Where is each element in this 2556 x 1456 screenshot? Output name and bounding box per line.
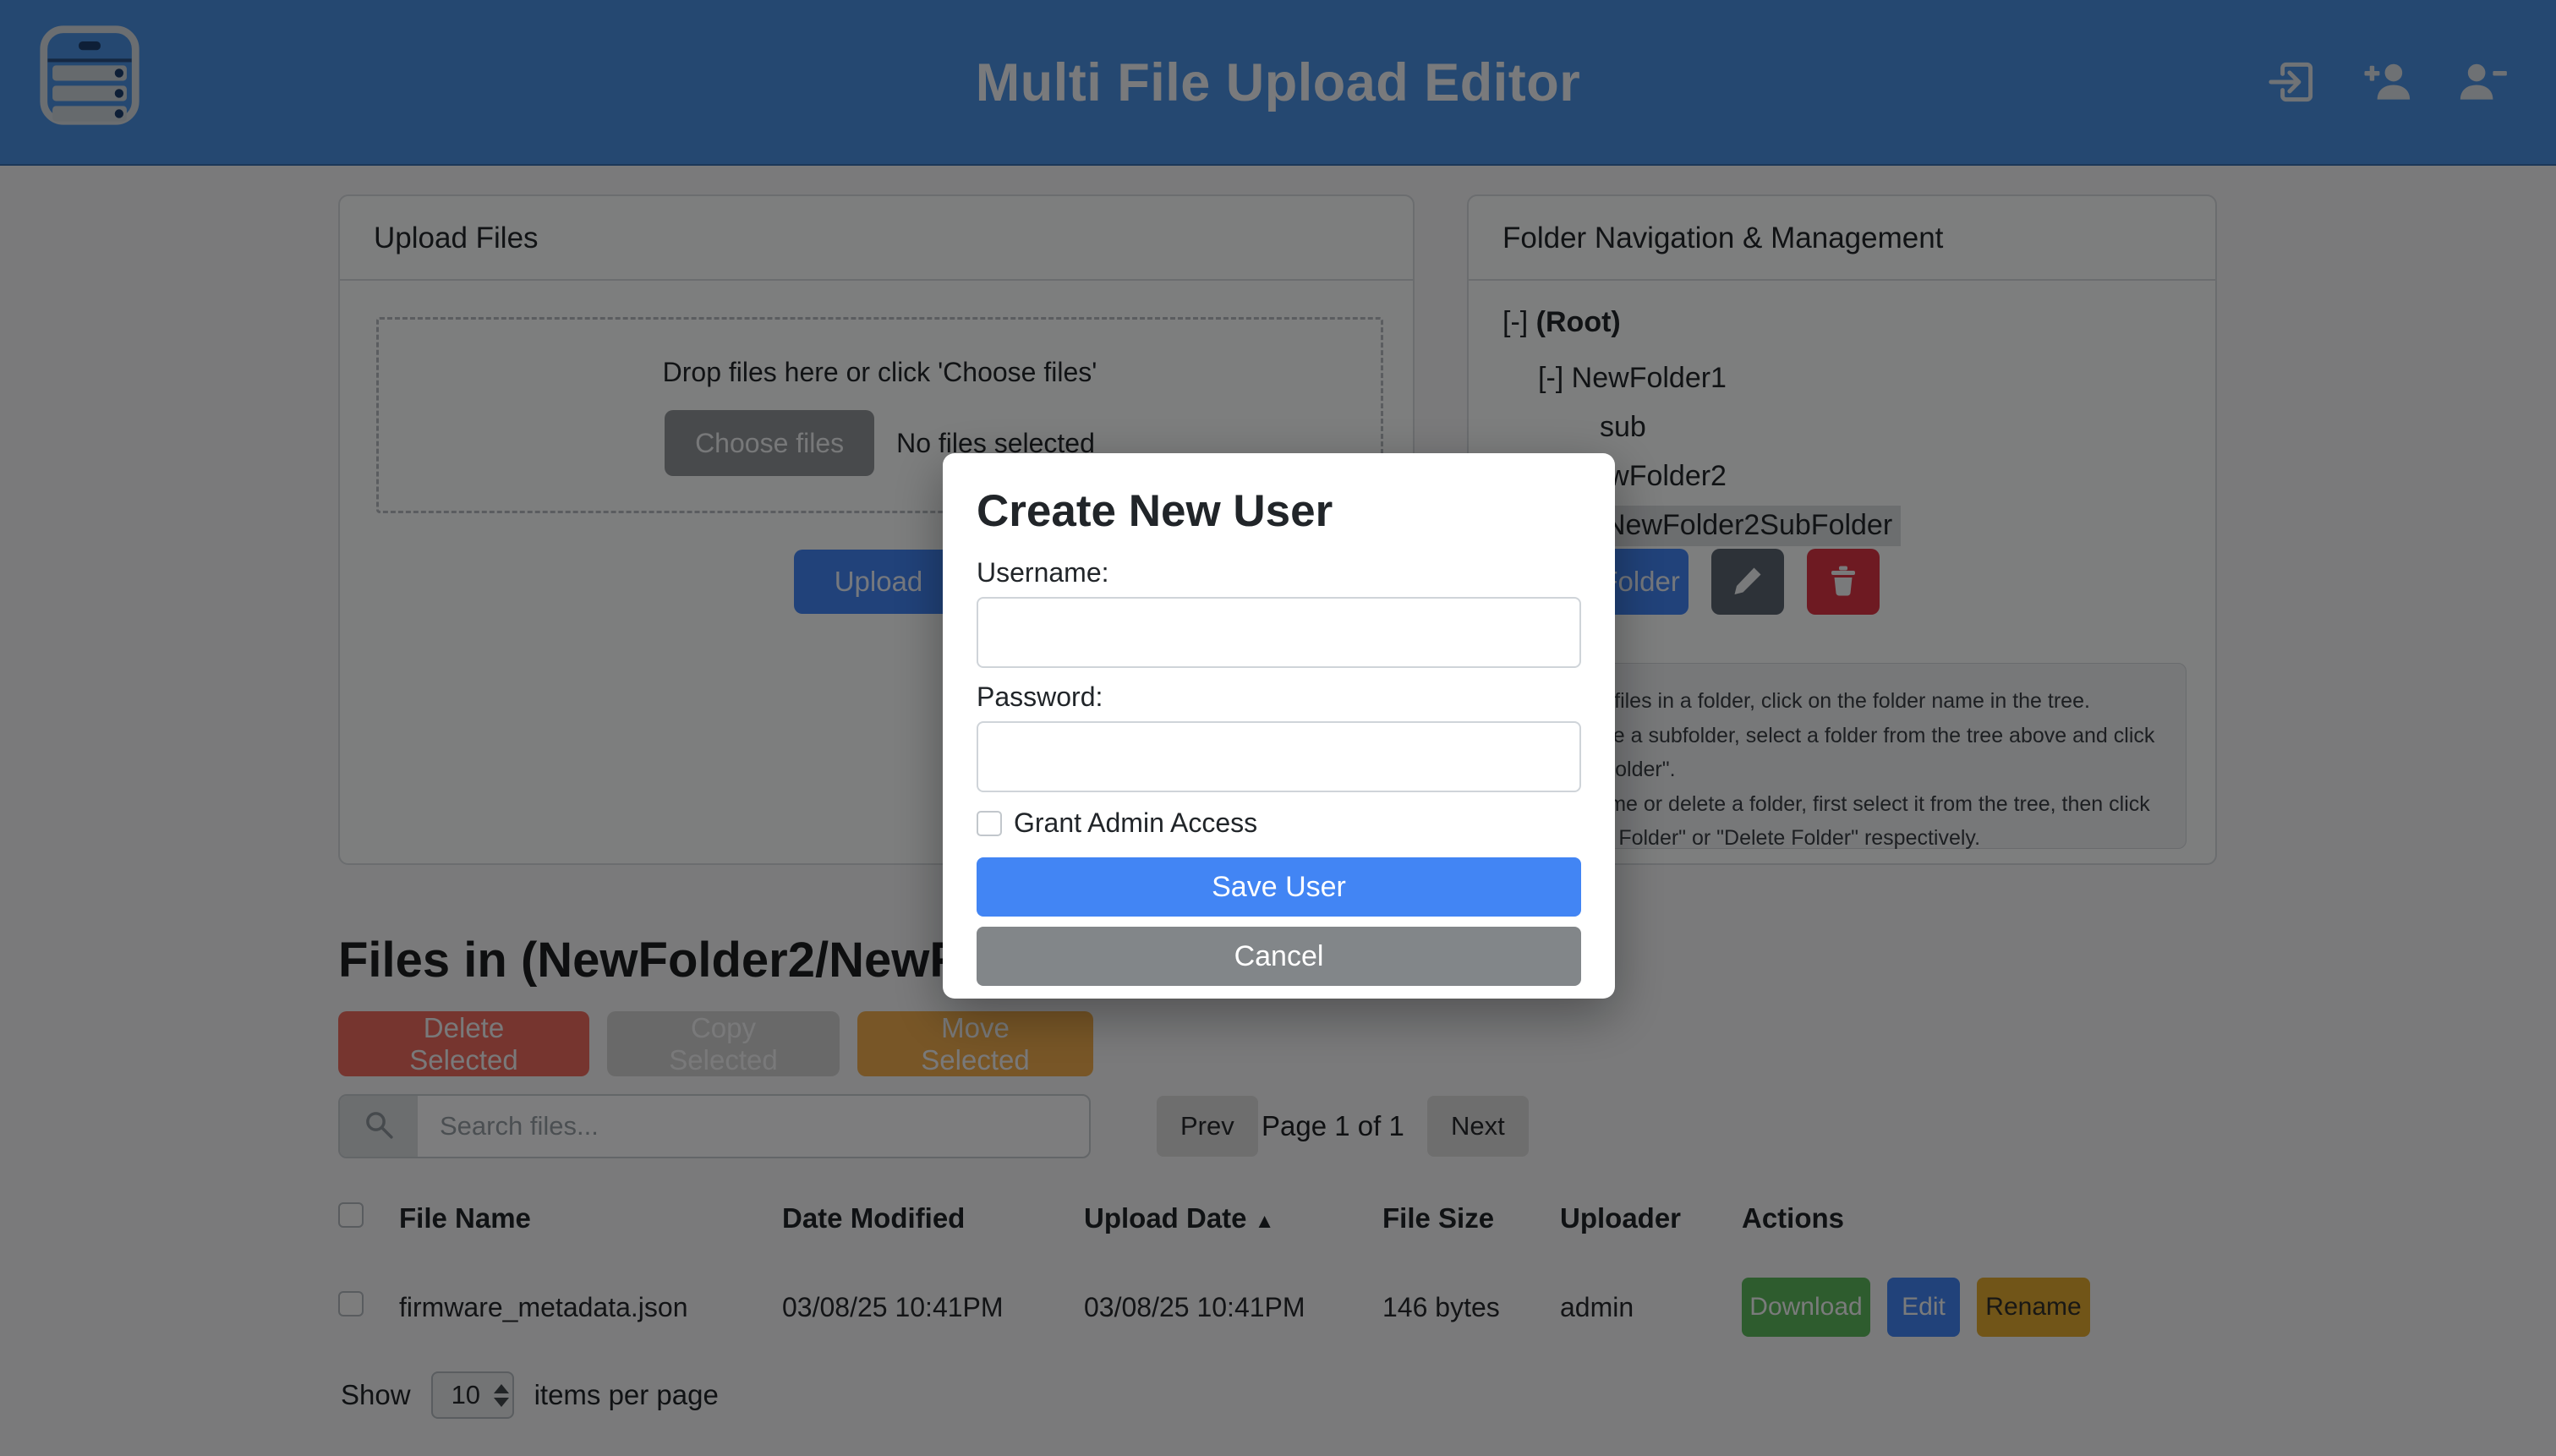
username-label: Username: — [977, 557, 1581, 588]
cancel-button[interactable]: Cancel — [977, 927, 1581, 986]
grant-admin-label: Grant Admin Access — [1014, 807, 1257, 839]
save-user-button[interactable]: Save User — [977, 857, 1581, 917]
password-label: Password: — [977, 681, 1581, 713]
username-field[interactable] — [977, 597, 1581, 668]
grant-admin-checkbox[interactable] — [977, 811, 1002, 836]
modal-title: Create New User — [977, 485, 1581, 537]
password-field[interactable] — [977, 721, 1581, 792]
create-user-modal: Create New User Username: Password: Gran… — [943, 453, 1615, 999]
